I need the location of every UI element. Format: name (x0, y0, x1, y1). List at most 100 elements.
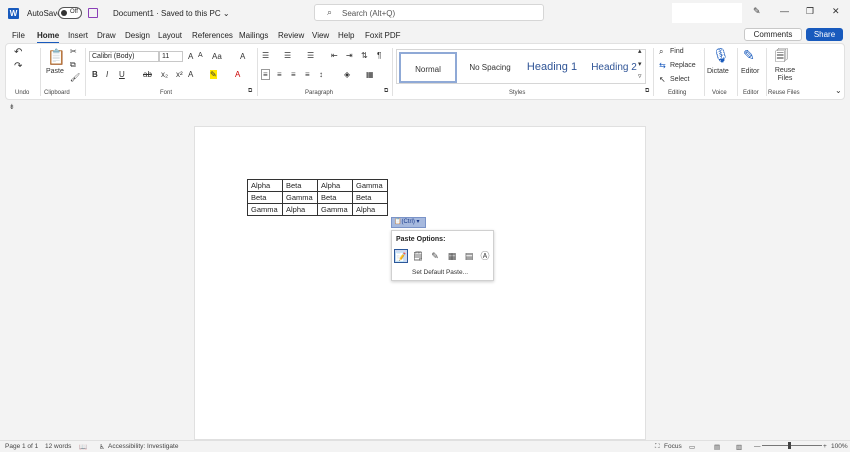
zoom-in-icon[interactable]: + (823, 443, 827, 450)
keep-source-formatting-icon[interactable]: 📝 (394, 249, 408, 263)
tab-help[interactable]: Help (338, 31, 354, 40)
font-color-icon[interactable]: A (235, 70, 240, 79)
shrink-font-icon[interactable]: A (198, 52, 203, 59)
find-button[interactable]: Find (670, 48, 684, 55)
focus-button[interactable]: Focus (664, 443, 682, 450)
save-icon[interactable] (88, 8, 98, 18)
borders-icon[interactable]: ▦ (366, 70, 374, 79)
table-cell[interactable]: Gamma (352, 179, 388, 192)
zoom-out-icon[interactable]: — (754, 443, 761, 450)
maximize-icon[interactable]: ❐ (806, 6, 814, 17)
undo-icon[interactable]: ↶ (14, 47, 22, 58)
style-normal[interactable]: Normal (399, 52, 457, 83)
tab-view[interactable]: View (312, 31, 329, 40)
font-name-dropdown[interactable]: Calibri (Body) (89, 51, 159, 62)
show-marks-icon[interactable]: ¶ (377, 51, 381, 60)
share-button[interactable]: Share (806, 28, 843, 41)
insert-as-new-rows-icon[interactable]: ▤ (462, 249, 476, 263)
clipboard-icon[interactable]: 📋 (47, 48, 66, 66)
tab-insert[interactable]: Insert (68, 31, 88, 40)
increase-indent-icon[interactable]: ⇥ (346, 51, 353, 60)
quick-access-toolbar-icon[interactable]: ⇟ (9, 103, 15, 111)
merge-formatting-icon[interactable]: ✎ (428, 249, 442, 263)
collapse-ribbon-icon[interactable]: ⌄ (835, 86, 842, 95)
copy-icon[interactable]: ⧉ (70, 60, 76, 70)
paste-options-chip[interactable]: 📋(Ctrl) ▾ (391, 217, 426, 228)
table-cell[interactable]: Alpha (282, 203, 318, 216)
numbering-icon[interactable]: ☰ (284, 51, 291, 60)
change-case-icon[interactable]: Aa (212, 52, 222, 61)
redo-icon[interactable]: ↷ (14, 61, 22, 72)
italic-icon[interactable]: I (106, 70, 108, 79)
style-heading-2[interactable]: Heading 2 (583, 52, 645, 83)
tab-layout[interactable]: Layout (158, 31, 182, 40)
underline-icon[interactable]: U (119, 70, 125, 79)
page-count[interactable]: Page 1 of 1 (5, 443, 38, 450)
document-page[interactable] (194, 126, 646, 440)
tab-file[interactable]: File (12, 31, 25, 40)
align-left-icon[interactable]: ≡ (261, 69, 270, 80)
font-dialog-launcher-icon[interactable]: ⧉ (248, 88, 252, 95)
table-cell[interactable]: Alpha (317, 179, 353, 192)
styles-scroll-up-icon[interactable]: ▴ (638, 47, 642, 55)
table-cell[interactable]: Gamma (282, 191, 318, 204)
document-title[interactable]: Document1 · Saved to this PC ⌄ (113, 9, 230, 18)
use-destination-styles-icon[interactable]: 🗒 (411, 249, 425, 263)
font-size-dropdown[interactable]: 11 (159, 51, 183, 62)
format-painter-icon[interactable]: 🖌 (70, 73, 80, 82)
styles-scroll-down-icon[interactable]: ▾ (638, 60, 642, 68)
keep-text-only-icon[interactable]: Ⓐ (478, 249, 492, 263)
reuse-files-button[interactable]: Reuse Files (773, 67, 797, 83)
select-button[interactable]: Select (670, 76, 689, 83)
line-spacing-icon[interactable]: ↕ (319, 70, 323, 79)
table-cell[interactable]: Gamma (317, 203, 353, 216)
accessibility-status[interactable]: Accessibility: Investigate (108, 443, 178, 450)
editor-icon[interactable]: ✎ (743, 47, 755, 64)
clear-formatting-icon[interactable]: A (240, 52, 245, 61)
bold-icon[interactable]: B (92, 70, 98, 79)
table-cell[interactable]: Gamma (247, 203, 283, 216)
dictate-button[interactable]: Dictate (707, 68, 729, 75)
set-default-paste-link[interactable]: Set Default Paste... (412, 269, 468, 276)
word-count[interactable]: 12 words (45, 443, 71, 450)
reuse-files-icon[interactable]: 🗐 (775, 47, 788, 69)
web-layout-icon[interactable]: ▥ (736, 443, 742, 451)
search-box[interactable]: ⌕ Search (Alt+Q) (314, 4, 544, 21)
close-icon[interactable]: ✕ (832, 6, 840, 17)
bullets-icon[interactable]: ☰ (262, 51, 269, 60)
grow-font-icon[interactable]: A (188, 52, 193, 61)
text-effects-icon[interactable]: A (188, 70, 193, 79)
cut-icon[interactable]: ✂ (70, 47, 77, 56)
shading-icon[interactable]: ◈ (344, 70, 350, 79)
justify-icon[interactable]: ≡ (305, 70, 310, 79)
table-cell[interactable]: Beta (247, 191, 283, 204)
highlight-icon[interactable]: ✎ (210, 70, 217, 79)
multilevel-list-icon[interactable]: ☰ (307, 51, 314, 60)
zoom-slider-track[interactable] (762, 445, 822, 446)
minimize-icon[interactable]: — (780, 6, 789, 16)
pen-icon[interactable]: ✎ (753, 6, 761, 17)
sort-icon[interactable]: ⇅ (361, 51, 368, 60)
zoom-slider-thumb[interactable] (788, 442, 791, 449)
tab-review[interactable]: Review (278, 31, 304, 40)
autosave-toggle[interactable]: Off (58, 7, 82, 19)
microphone-icon[interactable]: 🎙 (712, 47, 730, 64)
decrease-indent-icon[interactable]: ⇤ (331, 51, 338, 60)
zoom-level[interactable]: 100% (831, 443, 848, 450)
table-cell[interactable]: Alpha (352, 203, 388, 216)
superscript-icon[interactable]: x² (176, 70, 183, 79)
account-area[interactable] (672, 3, 742, 23)
style-no-spacing[interactable]: No Spacing (459, 52, 521, 83)
comments-button[interactable]: Comments (744, 28, 802, 41)
tab-foxit-pdf[interactable]: Foxit PDF (365, 31, 401, 40)
table-cell[interactable]: Beta (352, 191, 388, 204)
document-table[interactable]: Alpha Beta Alpha Gamma Beta Gamma Beta B… (247, 179, 388, 216)
align-center-icon[interactable]: ≡ (277, 70, 282, 79)
replace-button[interactable]: Replace (670, 62, 696, 69)
paste-button[interactable]: Paste (46, 68, 64, 75)
table-cell[interactable]: Beta (282, 179, 318, 192)
style-heading-1[interactable]: Heading 1 (521, 52, 583, 83)
tab-design[interactable]: Design (125, 31, 150, 40)
tab-draw[interactable]: Draw (97, 31, 116, 40)
table-cell[interactable]: Beta (317, 191, 353, 204)
